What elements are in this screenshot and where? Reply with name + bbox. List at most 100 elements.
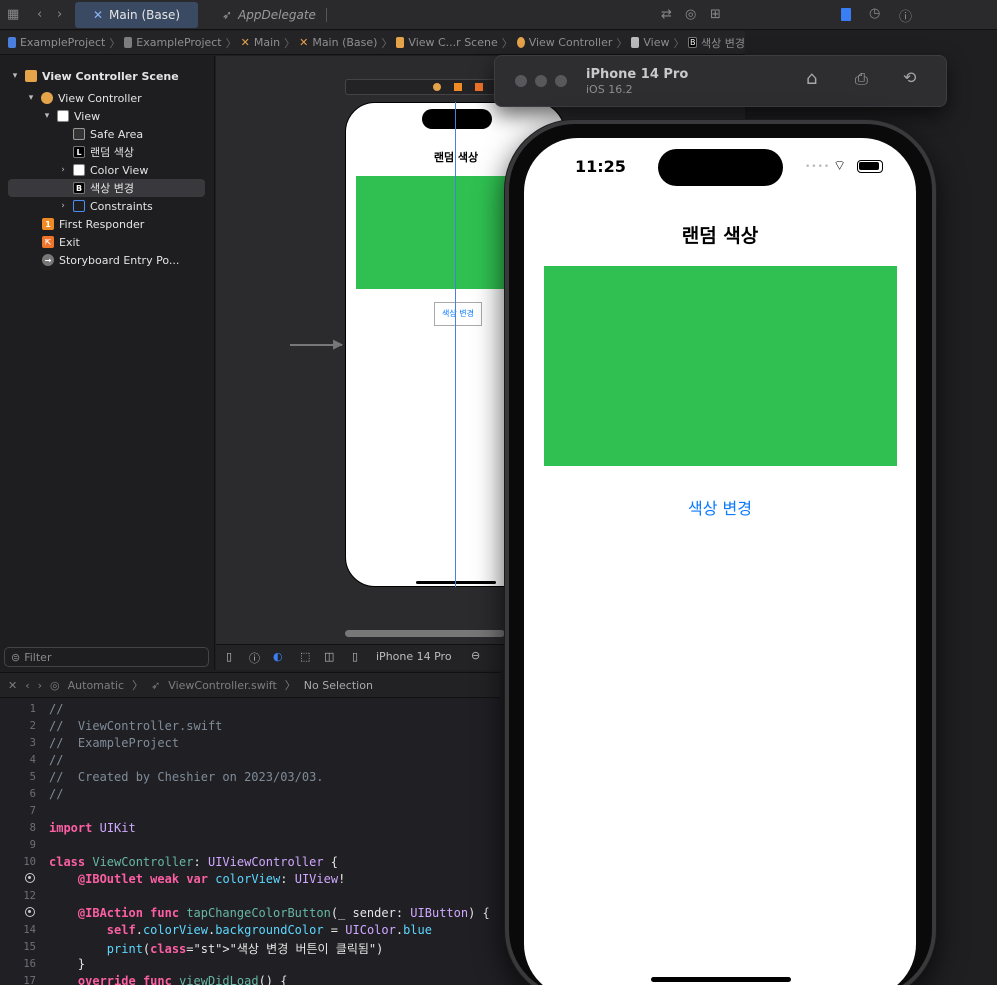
exit-icon: ⇱ bbox=[42, 236, 54, 248]
code-line[interactable]: self.colorView.backgroundColor = UIColor… bbox=[49, 923, 432, 937]
canvas-scrollbar[interactable] bbox=[345, 630, 505, 637]
orientation-icon[interactable]: ⬚ bbox=[300, 650, 310, 663]
outline-item-constraints[interactable]: › Constraints bbox=[0, 197, 215, 215]
breadcrumb-item[interactable]: Main (Base) bbox=[312, 36, 377, 49]
outline-item-color-view[interactable]: › Color View bbox=[0, 161, 215, 179]
code-line[interactable]: // bbox=[49, 787, 63, 801]
forward-icon[interactable]: › bbox=[57, 7, 62, 22]
code-line[interactable]: @IBOutlet weak var colorView: UIView! bbox=[49, 872, 345, 886]
outline-item-exit[interactable]: ⇱ Exit bbox=[0, 233, 215, 251]
outline-item-view[interactable]: ▾ View bbox=[0, 107, 215, 125]
source-editor[interactable]: 1 // 2 // ViewController.swift 3 // Example… bbox=[0, 698, 510, 985]
line-number: 8 bbox=[29, 822, 36, 834]
breadcrumb-item[interactable]: View Controller bbox=[529, 36, 613, 49]
rotate-icon[interactable]: ⟲ bbox=[903, 68, 916, 87]
simulator-screen[interactable]: 11:25 •••• ⌔ 랜덤 색상 색상 변경 bbox=[524, 138, 916, 985]
simulator-device-name: iPhone 14 Pro bbox=[586, 67, 689, 82]
outline-item-view-controller[interactable]: ▾ View Controller bbox=[0, 89, 215, 107]
ib-dynamic-island bbox=[422, 109, 492, 129]
code-line[interactable]: import UIKit bbox=[49, 821, 136, 835]
jump-bar-mode[interactable]: Automatic bbox=[68, 679, 124, 692]
button-icon: B bbox=[688, 37, 697, 48]
filter-placeholder: Filter bbox=[24, 650, 52, 664]
code-line[interactable]: @IBAction func tapChangeColorButton(_ se… bbox=[49, 906, 490, 920]
breadcrumb-item[interactable]: View C...r Scene bbox=[408, 36, 497, 49]
constraints-icon bbox=[73, 200, 85, 212]
grid-icon[interactable]: ▦ bbox=[7, 7, 19, 22]
jump-bar-file[interactable]: ViewController.swift bbox=[168, 679, 276, 692]
minimize-window-button[interactable] bbox=[535, 75, 547, 87]
home-icon[interactable]: ⌂ bbox=[806, 68, 817, 89]
help-icon[interactable]: ⓘ bbox=[899, 6, 912, 25]
outline-item-button[interactable]: B 색상 변경 bbox=[8, 179, 205, 197]
outline-item-entry-point[interactable]: → Storyboard Entry Po... bbox=[0, 251, 215, 269]
action-connection-icon[interactable] bbox=[25, 907, 35, 917]
chevron-down-icon[interactable]: ▾ bbox=[10, 71, 20, 81]
code-line[interactable]: override func viewDidLoad() { bbox=[49, 974, 288, 985]
swift-icon: ➶ bbox=[151, 678, 161, 692]
jump-bar-selection[interactable]: No Selection bbox=[304, 679, 373, 692]
code-line[interactable]: // ViewController.swift bbox=[49, 719, 222, 733]
chevron-right-icon[interactable]: › bbox=[58, 165, 68, 175]
outline-filter-field[interactable]: ⊜ Filter bbox=[4, 647, 209, 667]
simulator-titlebar[interactable]: iPhone 14 Pro iOS 16.2 ⌂ ⎙ ⟲ bbox=[494, 55, 947, 107]
outline-label: Constraints bbox=[90, 199, 153, 213]
document-outline: ▾ View Controller Scene ▾ View Controlle… bbox=[0, 56, 215, 670]
code-line[interactable]: // ExampleProject bbox=[49, 736, 179, 750]
outline-label: Exit bbox=[59, 235, 80, 249]
ib-home-indicator bbox=[416, 581, 496, 584]
back-icon[interactable]: ‹ bbox=[37, 7, 42, 22]
view-icon bbox=[73, 164, 85, 176]
appearance-icon[interactable]: ◐ bbox=[273, 650, 283, 663]
breadcrumb-item[interactable]: ExampleProject bbox=[20, 36, 105, 49]
code-line[interactable]: // bbox=[49, 753, 63, 767]
back-icon[interactable]: ‹ bbox=[25, 679, 29, 692]
tab-divider bbox=[326, 8, 327, 22]
swift-icon: ➶ bbox=[222, 8, 233, 22]
change-color-button[interactable]: 색상 변경 bbox=[524, 495, 916, 519]
code-line[interactable]: class ViewController: UIViewController { bbox=[49, 855, 338, 869]
close-window-button[interactable] bbox=[515, 75, 527, 87]
device-icon[interactable]: ▯ bbox=[352, 650, 358, 663]
chevron-down-icon[interactable]: ▾ bbox=[26, 93, 36, 103]
outlet-connection-icon[interactable] bbox=[25, 873, 35, 883]
breadcrumb-item[interactable]: View bbox=[643, 36, 669, 49]
layout-icon[interactable]: ◫ bbox=[324, 650, 334, 663]
outline-label: View bbox=[74, 109, 101, 123]
outline-item-label[interactable]: L 랜덤 색상 bbox=[0, 143, 215, 161]
zoom-out-icon[interactable]: ⊖ bbox=[471, 649, 480, 662]
add-editor-icon[interactable]: ⊞ bbox=[710, 7, 721, 22]
sidebar-toggle-icon[interactable]: ▯ bbox=[226, 650, 232, 663]
forward-icon[interactable]: › bbox=[38, 679, 42, 692]
close-icon[interactable]: ✕ bbox=[8, 679, 17, 692]
exit-icon[interactable] bbox=[475, 83, 483, 91]
file-inspector-icon[interactable] bbox=[841, 8, 851, 21]
chevron-right-icon[interactable]: › bbox=[58, 201, 68, 211]
screenshot-icon[interactable]: ⎙ bbox=[855, 69, 868, 89]
tab-main-storyboard[interactable]: ✕ Main (Base) bbox=[75, 2, 198, 28]
breadcrumb-item[interactable]: 색상 변경 bbox=[701, 35, 745, 51]
swap-icon[interactable]: ⇄ bbox=[661, 7, 672, 22]
chevron-down-icon[interactable]: ▾ bbox=[42, 111, 52, 121]
tab-appdelegate[interactable]: ➶ AppDelegate bbox=[222, 2, 316, 28]
code-line[interactable]: } bbox=[49, 957, 85, 971]
code-line[interactable]: print(class="st">"색상 변경 버튼이 클릭됨") bbox=[49, 940, 384, 957]
outline-item-safe-area[interactable]: Safe Area bbox=[0, 125, 215, 143]
outline-item-first-responder[interactable]: 1 First Responder bbox=[0, 215, 215, 233]
zoom-window-button[interactable] bbox=[555, 75, 567, 87]
ib-change-color-button[interactable]: 색상 변경 bbox=[435, 303, 481, 325]
code-line[interactable]: // Created by Cheshier on 2023/03/03. bbox=[49, 770, 324, 784]
adjust-editor-icon[interactable]: ◎ bbox=[685, 7, 696, 22]
view-controller-icon[interactable] bbox=[433, 83, 441, 91]
first-responder-icon[interactable] bbox=[454, 83, 462, 91]
code-line[interactable]: // bbox=[49, 702, 63, 716]
related-items-icon[interactable]: ◎ bbox=[50, 679, 60, 692]
dynamic-island bbox=[658, 149, 783, 186]
outline-item-scene[interactable]: ▾ View Controller Scene bbox=[0, 67, 215, 85]
accessibility-icon[interactable]: ⓘ bbox=[249, 650, 260, 666]
device-selector[interactable]: iPhone 14 Pro bbox=[376, 650, 452, 663]
breadcrumb-item[interactable]: Main bbox=[254, 36, 280, 49]
ib-button-selection[interactable]: 색상 변경 bbox=[434, 302, 482, 326]
history-icon[interactable]: ◷ bbox=[869, 6, 880, 21]
breadcrumb-item[interactable]: ExampleProject bbox=[136, 36, 221, 49]
